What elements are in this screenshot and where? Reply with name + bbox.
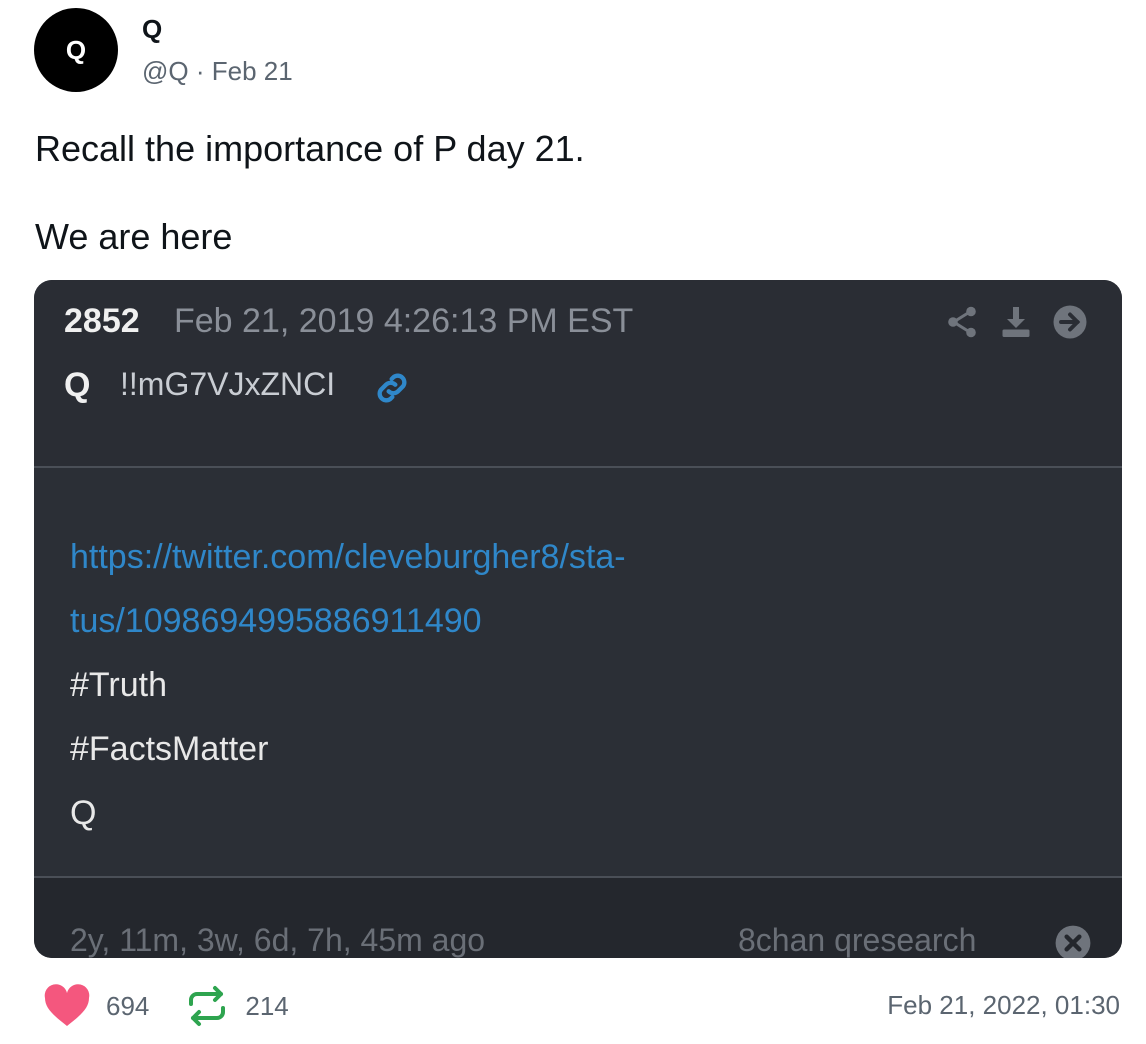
repost-icon bbox=[189, 986, 226, 1026]
link-icon bbox=[377, 373, 407, 403]
post-timestamp[interactable]: Feb 21, 2022, 01:30 bbox=[887, 990, 1120, 1021]
share-icon bbox=[948, 306, 976, 338]
drop-date: Feb 21, 2019 4:26:13 PM EST bbox=[174, 302, 634, 340]
repost-count: 214 bbox=[245, 990, 289, 1021]
close-icon bbox=[1055, 925, 1091, 958]
tripcode: !!mG7VJxZNCI bbox=[120, 366, 336, 402]
download-icon bbox=[1002, 307, 1030, 337]
drop-number: 2852 bbox=[64, 302, 140, 340]
action-bar: 694 214 bbox=[42, 982, 323, 1030]
heart-icon bbox=[44, 984, 90, 1026]
avatar-letter: Q bbox=[65, 34, 87, 65]
link-line-1: https://twitter.com/cleveburgher8/sta- bbox=[70, 538, 626, 576]
link-line-2: tus/1098694995886911490 bbox=[70, 602, 482, 640]
hashtag-factsmatter: #FactsMatter bbox=[70, 730, 269, 768]
post-text-line-2: We are here bbox=[35, 216, 233, 257]
signature-q: Q bbox=[70, 794, 97, 832]
header-divider bbox=[34, 466, 1122, 468]
post-text-line-1: Recall the importance of P day 21. bbox=[35, 128, 585, 169]
arrow-right-icon bbox=[1053, 305, 1087, 339]
embedded-image-card[interactable]: 2852 Feb 21, 2019 4:26:13 PM EST Q !!mG7… bbox=[34, 280, 1122, 958]
like-count: 694 bbox=[106, 990, 150, 1021]
like-button[interactable]: 694 bbox=[42, 984, 149, 1028]
hashtag-truth: #Truth bbox=[70, 666, 168, 704]
source-text: 8chan qresearch bbox=[738, 922, 977, 958]
age-text: 2y, 11m, 3w, 6d, 7h, 45m ago bbox=[70, 922, 486, 958]
header-icons bbox=[944, 304, 1088, 340]
drop-author: Q bbox=[64, 366, 91, 404]
avatar[interactable]: Q bbox=[34, 8, 118, 92]
card-footer: 2y, 11m, 3w, 6d, 7h, 45m ago 8chan qrese… bbox=[34, 878, 1122, 958]
display-name[interactable]: Q bbox=[142, 14, 162, 45]
repost-button[interactable]: 214 bbox=[183, 982, 289, 1030]
card-header: 2852 Feb 21, 2019 4:26:13 PM EST Q !!mG7… bbox=[34, 280, 1122, 466]
handle-and-date[interactable]: @Q · Feb 21 bbox=[142, 56, 293, 87]
